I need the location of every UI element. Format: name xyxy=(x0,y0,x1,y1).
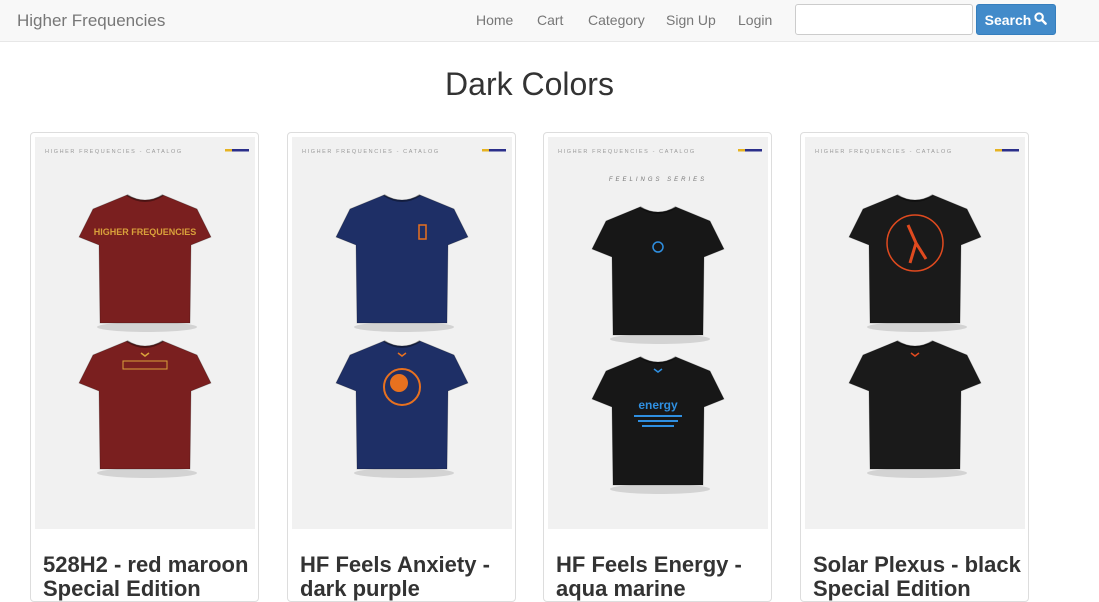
navbar: Higher Frequencies Home Cart Category Si… xyxy=(0,0,1099,42)
nav-cart-link[interactable]: Cart xyxy=(537,12,563,28)
series-label-text: FEELINGS SERIES xyxy=(609,177,707,183)
product-card[interactable]: HIGHER FREQUENCIES - CATALOG Solar Plexu… xyxy=(800,132,1029,602)
product-image[interactable]: HIGHER FREQUENCIES - CATALOG FEELINGS SER… xyxy=(548,137,768,529)
product-title[interactable]: Solar Plexus - black Special Edition xyxy=(813,553,1028,601)
product-card[interactable]: HIGHER FREQUENCIES - CATALOG FEELINGS SER… xyxy=(543,132,772,602)
search-icon xyxy=(1034,11,1048,28)
tshirt-mockup: HIGHER FREQUENCIES - CATALOG FEELINGS SER… xyxy=(558,149,762,494)
page-title: Dark Colors xyxy=(445,66,614,102)
catalog-header-text: HIGHER FREQUENCIES - CATALOG xyxy=(558,149,696,155)
tshirt-mockup: HIGHER FREQUENCIES - CATALOG HIGHER FREQU… xyxy=(45,149,249,478)
nav-category-link[interactable]: Category xyxy=(588,12,645,28)
product-image[interactable]: HIGHER FREQUENCIES - CATALOG xyxy=(805,137,1025,529)
search-input[interactable] xyxy=(795,4,973,35)
product-card[interactable]: HIGHER FREQUENCIES - CATALOG HF Feels An… xyxy=(287,132,516,602)
product-title[interactable]: HF Feels Anxiety - dark purple xyxy=(300,553,515,601)
tshirt-mockup: HIGHER FREQUENCIES - CATALOG xyxy=(815,149,1019,478)
tshirt-mockup: HIGHER FREQUENCIES - CATALOG xyxy=(302,149,506,478)
nav-home-link[interactable]: Home xyxy=(476,12,513,28)
shirt-print-text: HIGHER FREQUENCIES xyxy=(94,227,197,237)
catalog-header-text: HIGHER FREQUENCIES - CATALOG xyxy=(302,149,440,155)
product-card[interactable]: HIGHER FREQUENCIES - CATALOG HIGHER FREQU… xyxy=(30,132,259,602)
product-image[interactable]: HIGHER FREQUENCIES - CATALOG HIGHER FREQU… xyxy=(35,137,255,529)
product-title[interactable]: 528H2 - red maroon Special Edition xyxy=(43,553,258,601)
catalog-header-text: HIGHER FREQUENCIES - CATALOG xyxy=(45,149,183,155)
product-image[interactable]: HIGHER FREQUENCIES - CATALOG xyxy=(292,137,512,529)
shirt-print-text: energy xyxy=(638,398,678,412)
nav-signup-link[interactable]: Sign Up xyxy=(666,12,716,28)
product-title[interactable]: HF Feels Energy - aqua marine xyxy=(556,553,771,601)
search-button[interactable]: Search xyxy=(976,4,1056,35)
brand-link[interactable]: Higher Frequencies xyxy=(17,11,165,31)
catalog-header-text: HIGHER FREQUENCIES - CATALOG xyxy=(815,149,953,155)
search-button-label: Search xyxy=(984,11,1032,28)
nav-login-link[interactable]: Login xyxy=(738,12,772,28)
